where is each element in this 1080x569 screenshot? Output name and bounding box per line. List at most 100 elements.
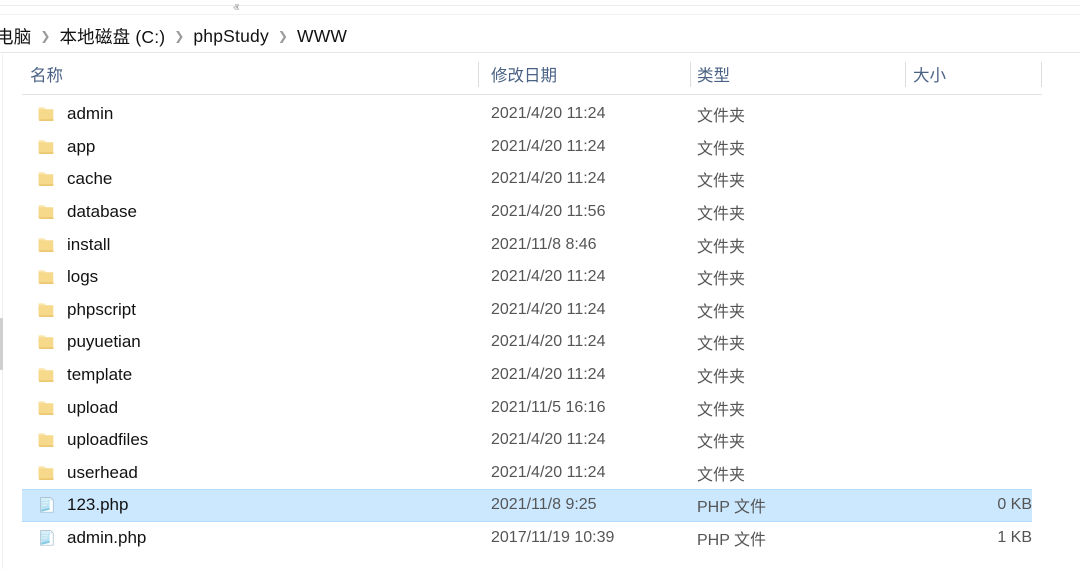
column-divider-date-type[interactable] (690, 62, 691, 87)
sort-ascending-icon: ⱏ (233, 1, 239, 15)
file-size-cell (905, 131, 1032, 164)
file-date-cell: 2021/4/20 11:56 (491, 203, 606, 221)
file-name-cell[interactable]: uploadfiles (36, 424, 148, 457)
file-type-cell: 文件夹 (697, 140, 746, 158)
file-row[interactable]: puyuetian 2021/4/20 11:24 文件夹 (0, 326, 1080, 359)
column-header-name[interactable]: 名称 (30, 54, 63, 94)
file-row[interactable]: userhead 2021/4/20 11:24 文件夹 (0, 457, 1080, 490)
breadcrumb-item-1[interactable]: 电脑 (0, 24, 31, 49)
file-row[interactable]: template 2021/4/20 11:24 文件夹 (0, 359, 1080, 392)
file-size-cell (905, 228, 1032, 261)
file-type-cell: 文件夹 (697, 401, 746, 419)
file-row[interactable]: admin 2021/4/20 11:24 文件夹 (0, 98, 1080, 131)
column-divider-size-end[interactable] (1041, 62, 1042, 87)
file-row[interactable]: uploadfiles 2021/4/20 11:24 文件夹 (0, 424, 1080, 457)
file-date-cell: 2021/4/20 11:24 (491, 300, 606, 318)
file-type-cell: 文件夹 (697, 238, 746, 256)
file-name-cell[interactable]: 123.php (36, 489, 128, 522)
file-type-cell: 文件夹 (697, 271, 746, 289)
file-type-cell: 文件夹 (697, 466, 746, 484)
file-size-cell (905, 326, 1032, 359)
file-name-cell[interactable]: admin.php (36, 522, 146, 555)
folder-icon (36, 202, 56, 222)
file-type-cell: 文件夹 (697, 206, 746, 224)
column-divider-name-date[interactable] (478, 62, 479, 87)
file-name-cell[interactable]: puyuetian (36, 326, 141, 359)
file-name-label: install (67, 234, 111, 254)
file-row[interactable]: install 2021/11/8 8:46 文件夹 (0, 228, 1080, 261)
column-header-date[interactable]: 修改日期 (491, 54, 557, 94)
file-name-cell[interactable]: userhead (36, 457, 138, 490)
file-date-cell: 2021/4/20 11:24 (491, 268, 606, 286)
file-name-cell[interactable]: app (36, 131, 95, 164)
breadcrumb[interactable]: 电脑 ❯ 本地磁盘 (C:) ❯ phpStudy ❯ WWW (0, 20, 1080, 52)
file-size-cell (905, 98, 1032, 131)
folder-icon (36, 365, 56, 385)
breadcrumb-separator-icon: ❯ (277, 29, 288, 43)
file-name-label: admin (67, 104, 114, 124)
file-name-cell[interactable]: install (36, 228, 110, 261)
breadcrumb-item-4[interactable]: WWW (297, 26, 347, 47)
column-header-underline (22, 94, 1042, 95)
file-type-cell: PHP 文件 (697, 499, 767, 517)
file-name-cell[interactable]: phpscript (36, 294, 136, 327)
file-size-cell (905, 424, 1032, 457)
file-date-cell: 2017/11/19 10:39 (491, 529, 615, 547)
breadcrumb-item-3[interactable]: phpStudy (193, 26, 269, 47)
file-type-cell: 文件夹 (697, 336, 746, 354)
file-name-cell[interactable]: admin (36, 98, 113, 131)
file-size-cell (905, 359, 1032, 392)
file-name-label: template (67, 365, 133, 385)
column-header-bar[interactable]: 名称 修改日期 类型 大小 (22, 54, 1042, 94)
file-type-cell: 文件夹 (697, 434, 746, 452)
file-name-label: app (67, 136, 96, 156)
file-name-cell[interactable]: template (36, 359, 132, 392)
file-row[interactable]: cache 2021/4/20 11:24 文件夹 (0, 163, 1080, 196)
file-row[interactable]: upload 2021/11/5 16:16 文件夹 (0, 391, 1080, 424)
folder-icon (36, 398, 56, 418)
column-divider-type-size[interactable] (905, 62, 906, 87)
file-name-cell[interactable]: upload (36, 391, 118, 424)
file-type-cell: 文件夹 (697, 303, 746, 321)
file-size-cell (905, 391, 1032, 424)
file-row[interactable]: database 2021/4/20 11:56 文件夹 (0, 196, 1080, 229)
file-row[interactable]: admin.php 2017/11/19 10:39 PHP 文件 1 KB (0, 522, 1080, 555)
file-type-cell: 文件夹 (697, 108, 746, 126)
file-size-cell (905, 294, 1032, 327)
file-type-cell: 文件夹 (697, 173, 746, 191)
php-file-icon (36, 495, 56, 515)
file-name-label: cache (67, 169, 113, 189)
folder-icon (36, 169, 56, 189)
folder-icon (36, 463, 56, 483)
folder-icon (36, 267, 56, 287)
file-name-label: database (67, 202, 137, 222)
file-name-label: admin.php (67, 528, 147, 548)
file-name-cell[interactable]: database (36, 196, 137, 229)
file-size-cell (905, 196, 1032, 229)
file-row[interactable]: 123.php 2021/11/8 9:25 PHP 文件 0 KB (0, 489, 1080, 522)
column-header-size[interactable]: 大小 (913, 54, 946, 94)
file-size-cell (905, 261, 1032, 294)
file-date-cell: 2021/4/20 11:24 (491, 366, 606, 384)
file-date-cell: 2021/11/8 8:46 (491, 235, 597, 253)
php-file-icon (36, 528, 56, 548)
breadcrumb-separator-icon: ❯ (174, 29, 185, 43)
file-date-cell: 2021/11/8 9:25 (491, 496, 597, 514)
breadcrumb-underline (0, 52, 1080, 53)
file-date-cell: 2021/4/20 11:24 (491, 431, 606, 449)
file-row[interactable]: logs 2021/4/20 11:24 文件夹 (0, 261, 1080, 294)
file-name-cell[interactable]: cache (36, 163, 112, 196)
file-name-label: phpscript (67, 299, 136, 319)
breadcrumb-item-2[interactable]: 本地磁盘 (C:) (59, 24, 165, 49)
file-name-cell[interactable]: logs (36, 261, 98, 294)
file-name-label: logs (67, 267, 99, 287)
folder-icon (36, 104, 56, 124)
file-size-cell (905, 457, 1032, 490)
explorer-window: 电脑 ❯ 本地磁盘 (C:) ❯ phpStudy ❯ WWW 名称 修改日期 类型 大小 … (0, 0, 1080, 569)
file-size-cell: 0 KB (997, 496, 1032, 514)
file-row[interactable]: phpscript 2021/4/20 11:24 文件夹 (0, 294, 1080, 327)
file-date-cell: 2021/4/20 11:24 (491, 463, 606, 481)
column-header-type[interactable]: 类型 (697, 54, 730, 94)
file-date-cell: 2021/4/20 11:24 (491, 333, 606, 351)
file-row[interactable]: app 2021/4/20 11:24 文件夹 (0, 131, 1080, 164)
